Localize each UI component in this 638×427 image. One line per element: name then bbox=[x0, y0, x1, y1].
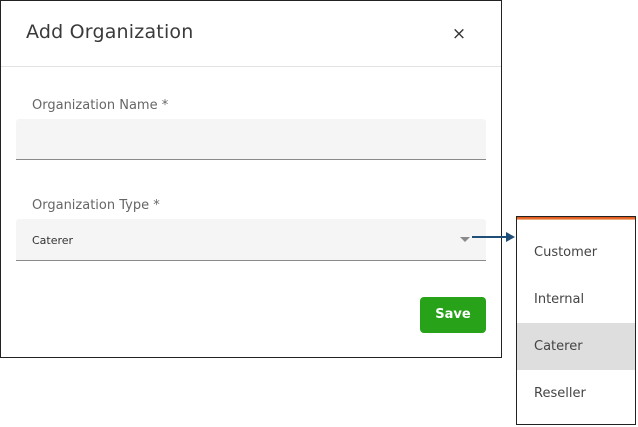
dropdown-option-reseller[interactable]: Reseller bbox=[517, 370, 635, 417]
dropdown-option-caterer[interactable]: Caterer bbox=[517, 323, 635, 370]
organization-type-label: Organization Type * bbox=[32, 198, 160, 213]
dialog-header: Add Organization × bbox=[1, 1, 501, 67]
organization-name-label: Organization Name * bbox=[32, 98, 169, 113]
caret-down-icon bbox=[460, 237, 470, 242]
organization-type-value: Caterer bbox=[32, 234, 74, 247]
dialog-title: Add Organization bbox=[26, 21, 194, 43]
organization-name-input[interactable] bbox=[16, 119, 486, 160]
close-button[interactable]: × bbox=[448, 23, 470, 45]
close-icon: × bbox=[451, 24, 467, 44]
add-organization-dialog: Add Organization × Organization Name * O… bbox=[0, 0, 502, 358]
dropdown-option-internal[interactable]: Internal bbox=[517, 276, 635, 323]
arrow-right-icon bbox=[472, 232, 515, 242]
dropdown-option-customer[interactable]: Customer bbox=[517, 229, 635, 276]
organization-type-select[interactable]: Caterer bbox=[16, 219, 486, 261]
save-button[interactable]: Save bbox=[420, 297, 486, 333]
dropdown-accent-bar bbox=[517, 217, 635, 220]
organization-type-dropdown: Customer Internal Caterer Reseller bbox=[516, 216, 636, 425]
page: Add Organization × Organization Name * O… bbox=[0, 0, 638, 427]
